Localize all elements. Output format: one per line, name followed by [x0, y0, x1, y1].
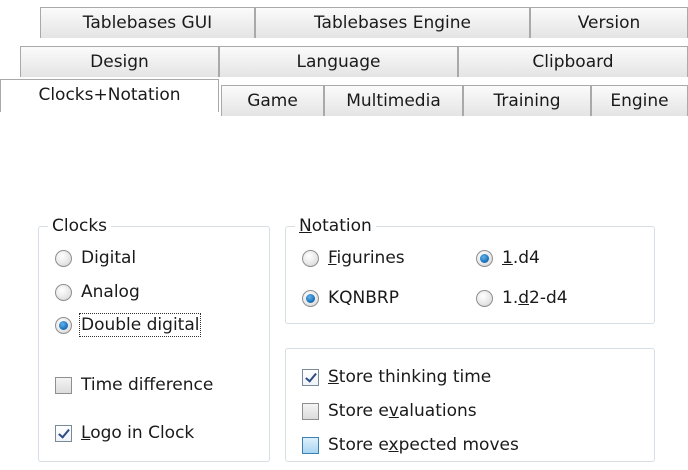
- tab-game[interactable]: Game: [221, 85, 324, 116]
- short-notation-radio-indicator[interactable]: [476, 249, 493, 267]
- digital-label: Digital: [81, 248, 137, 268]
- digital-radio[interactable]: Digital: [55, 245, 136, 271]
- tab-version[interactable]: Version: [530, 7, 688, 38]
- long-notation-radio-indicator[interactable]: [476, 289, 493, 307]
- store-expected-moves-check-box[interactable]: [302, 436, 319, 454]
- kqnbrp-label: KQNBRP: [328, 288, 399, 308]
- figurines-radio[interactable]: Figurines: [302, 245, 405, 271]
- double-digital-radio-indicator[interactable]: [55, 316, 72, 334]
- tab-multimedia[interactable]: Multimedia: [324, 85, 463, 116]
- tab-tablebases-gui[interactable]: Tablebases GUI: [40, 7, 255, 38]
- short-notation-label: 1.d4: [502, 248, 540, 268]
- store-expected-moves-checkbox[interactable]: Store expected moves: [302, 432, 519, 458]
- long-notation-radio[interactable]: 1.d2-d4: [476, 285, 568, 311]
- store-thinking-time-check-box[interactable]: [302, 368, 319, 386]
- digital-radio-indicator[interactable]: [55, 249, 72, 267]
- kqnbrp-radio-indicator[interactable]: [302, 289, 319, 307]
- logo-in-clock-checkbox[interactable]: Logo in Clock: [55, 420, 194, 446]
- tab-clocks-notation[interactable]: Clocks+Notation: [0, 79, 219, 112]
- clocks-group: Clocks Digital Analog Double digital Tim…: [38, 214, 270, 462]
- store-thinking-time-label: Store thinking time: [328, 367, 492, 387]
- time-difference-checkbox[interactable]: Time difference: [55, 372, 213, 398]
- store-thinking-time-checkbox[interactable]: Store thinking time: [302, 364, 491, 390]
- short-notation-radio[interactable]: 1.d4: [476, 245, 540, 271]
- store-evaluations-label: Store evaluations: [328, 401, 477, 421]
- analog-label: Analog: [81, 282, 140, 302]
- store-evaluations-check-box[interactable]: [302, 402, 319, 420]
- notation-group-title: Notation: [295, 214, 376, 238]
- clocks-group-title: Clocks: [48, 214, 112, 238]
- time-difference-check-box[interactable]: [55, 376, 72, 394]
- store-expected-moves-label: Store expected moves: [328, 435, 519, 455]
- store-evaluations-checkbox[interactable]: Store evaluations: [302, 398, 477, 424]
- time-difference-label: Time difference: [81, 375, 214, 395]
- kqnbrp-radio[interactable]: KQNBRP: [302, 285, 399, 311]
- analog-radio-indicator[interactable]: [55, 283, 72, 301]
- tab-design[interactable]: Design: [20, 46, 219, 77]
- double-digital-label: Double digital: [78, 313, 202, 337]
- tab-training[interactable]: Training: [463, 85, 591, 116]
- figurines-radio-indicator[interactable]: [302, 249, 319, 267]
- tab-tablebases-engine[interactable]: Tablebases Engine: [255, 7, 530, 38]
- figurines-label: Figurines: [328, 248, 405, 268]
- logo-in-clock-label: Logo in Clock: [81, 423, 195, 443]
- notation-group: Notation Figurines KQNBRP 1.d4 1.d2-d4: [285, 214, 655, 324]
- double-digital-radio[interactable]: Double digital: [55, 312, 202, 338]
- analog-radio[interactable]: Analog: [55, 279, 140, 305]
- store-group: Store thinking time Store evaluations St…: [285, 348, 655, 462]
- tab-engine[interactable]: Engine: [591, 85, 688, 116]
- tab-language[interactable]: Language: [219, 46, 458, 77]
- logo-in-clock-check-box[interactable]: [55, 424, 72, 442]
- tab-clipboard[interactable]: Clipboard: [458, 46, 688, 77]
- long-notation-label: 1.d2-d4: [502, 288, 568, 308]
